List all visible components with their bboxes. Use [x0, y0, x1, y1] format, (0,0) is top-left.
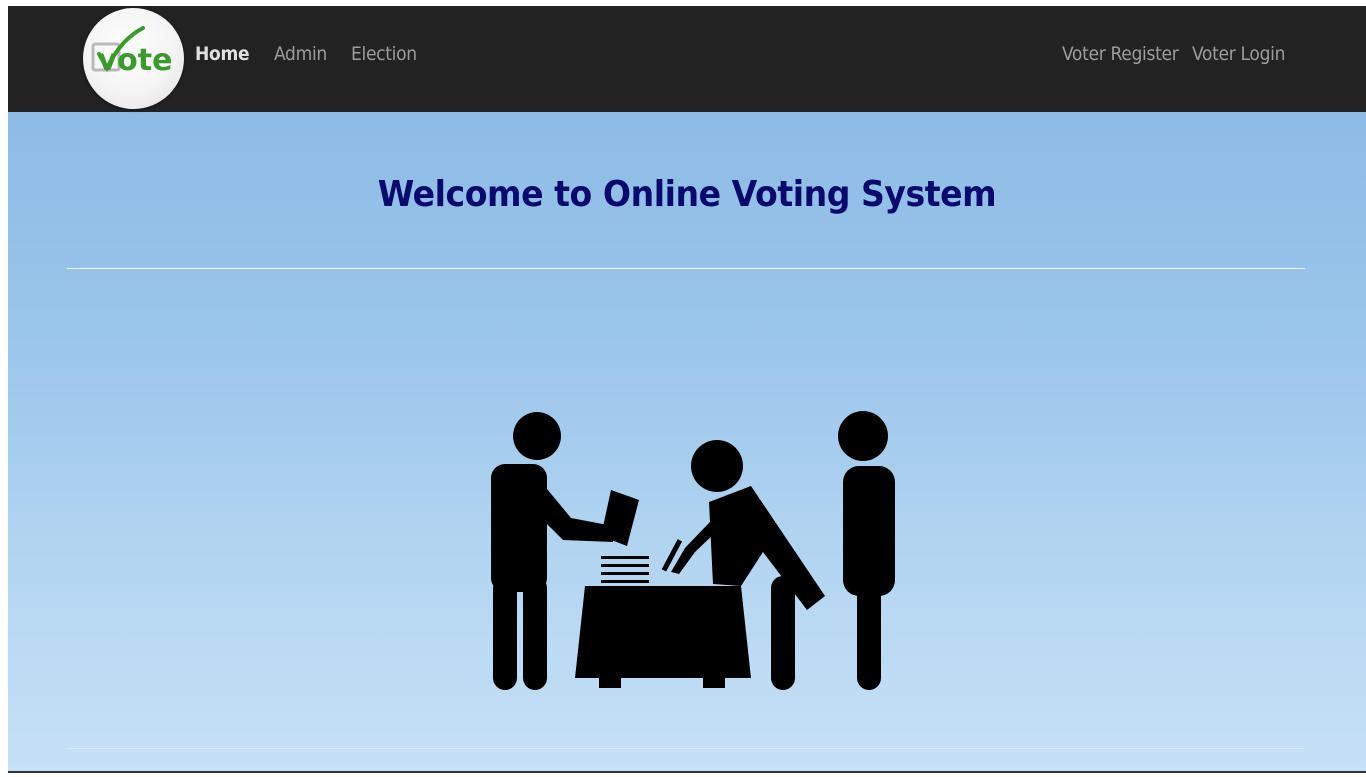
nav-home-link[interactable]: Home [195, 40, 250, 68]
vote-logo[interactable]: vote [83, 8, 184, 109]
nav-election-link[interactable]: Election [351, 40, 417, 68]
window-bottom-edge [8, 771, 1366, 773]
navbar: vote Home Admin Election Voter Register … [8, 6, 1366, 112]
vote-logo-icon: vote [91, 26, 173, 78]
footer-divider [67, 748, 1305, 749]
app-window: vote Home Admin Election Voter Register … [8, 6, 1366, 771]
nav-voter-register-link[interactable]: Voter Register [1062, 40, 1179, 68]
nav-admin-link[interactable]: Admin [274, 40, 327, 68]
title-divider [67, 268, 1305, 269]
page-title: Welcome to Online Voting System [377, 174, 997, 215]
nav-voter-login-link[interactable]: Voter Login [1192, 40, 1285, 68]
logo-text: vote [98, 43, 173, 78]
voting-people-icon [491, 411, 895, 690]
